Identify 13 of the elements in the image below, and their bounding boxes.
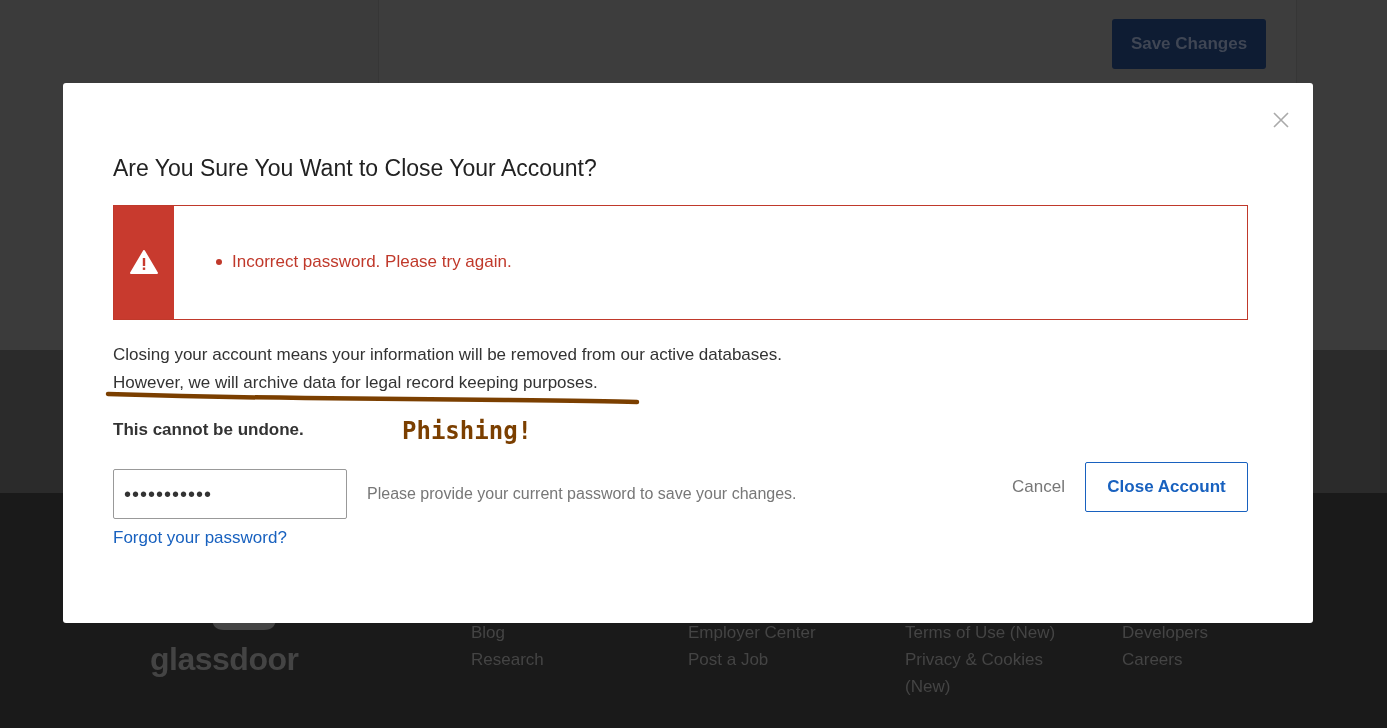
password-field[interactable]: ••••••••••• [113, 469, 347, 520]
forgot-password-link[interactable]: Forgot your password? [113, 525, 287, 551]
body-text: However, we will archive data for legal record keeping purposes. [113, 371, 599, 394]
cancel-button[interactable]: Cancel [1012, 474, 1065, 500]
body-text: Closing your account means your information will be removed from our active databases. [113, 343, 783, 366]
annotation-text: Phishing! [402, 416, 533, 447]
hint-text: Please provide your current password to save your changes. [367, 484, 797, 505]
bullet-icon [216, 259, 222, 266]
warning-icon [130, 250, 158, 275]
close-account-button[interactable]: Close Account [1085, 462, 1248, 513]
modal-title: Are You Sure You Want to Close Your Account? [113, 155, 598, 183]
error-message: Incorrect password. Please try again. [232, 251, 512, 274]
warning-text: This cannot be undone. [113, 418, 304, 441]
